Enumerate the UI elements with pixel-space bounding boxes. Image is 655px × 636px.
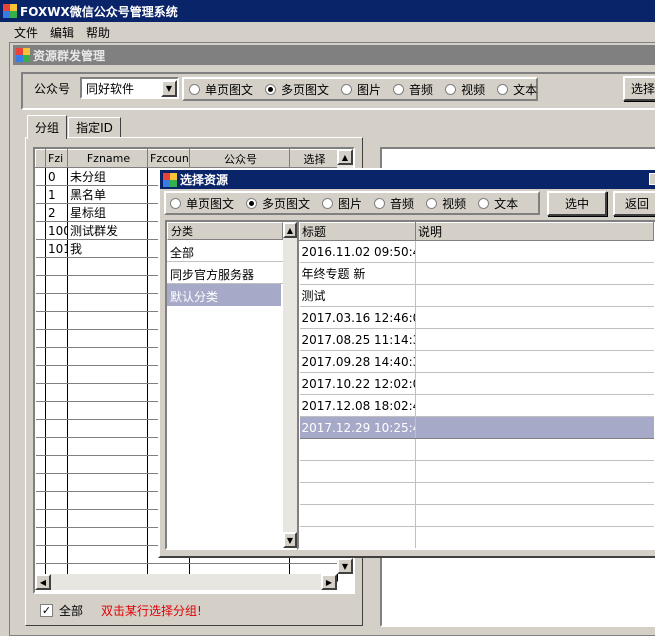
back-button[interactable]: 返回	[613, 191, 655, 216]
category-list[interactable]: 分类 全部 同步官方服务器 默认分类 ▲ ▼	[165, 220, 299, 550]
menubar: 文件 编辑 帮助	[0, 22, 655, 42]
table-row[interactable]: 2017.09.28 14:40:31	[299, 350, 654, 373]
scroll-up-icon[interactable]: ▲	[283, 222, 297, 238]
select-button[interactable]: 选择	[623, 76, 655, 101]
scroll-down-icon[interactable]: ▼	[283, 532, 297, 548]
dialog-type-group: 单页图文 多页图文 图片 音频 视频 文本	[164, 191, 540, 215]
account-select[interactable]: 同好软件 ▼	[80, 77, 179, 99]
list-item[interactable]: 全部	[167, 240, 283, 262]
tab-groups[interactable]: 分组	[27, 115, 67, 139]
app-title: FOXWX微信公众号管理系统	[20, 4, 178, 19]
dialog-icon	[163, 172, 177, 187]
tab-specified-id[interactable]: 指定ID	[68, 117, 121, 137]
table-row[interactable]: 年终专题 新	[299, 262, 654, 285]
select-all-row: ✓ 全部 双击某行选择分组!	[40, 602, 202, 619]
table-row[interactable]: 测试	[299, 284, 654, 307]
menu-file[interactable]: 文件	[14, 24, 38, 41]
ok-button[interactable]: 选中	[547, 191, 607, 216]
window-icon	[16, 48, 30, 62]
list-item[interactable]: 同步官方服务器	[167, 262, 283, 284]
radio-single-news[interactable]: 单页图文	[189, 81, 253, 98]
chevron-down-icon[interactable]: ▼	[161, 79, 177, 97]
scroll-down-icon[interactable]: ▼	[337, 558, 353, 574]
resource-grid[interactable]: 标题 说明 2016.11.02 09:50:48 年终专题 新 测试 2017…	[297, 220, 655, 550]
dlg-radio-video[interactable]: 视频	[426, 195, 466, 212]
scroll-up-icon[interactable]: ▲	[337, 149, 353, 165]
radio-text[interactable]: 文本	[497, 81, 537, 98]
radio-video[interactable]: 视频	[445, 81, 485, 98]
child-window-titlebar: 资源群发管理	[13, 45, 655, 65]
dlg-radio-multi-news[interactable]: 多页图文	[246, 195, 310, 212]
app-titlebar: FOXWX微信公众号管理系统	[0, 0, 655, 22]
radio-audio[interactable]: 音频	[393, 81, 433, 98]
table-row[interactable]: 2017.12.08 18:02:47	[299, 394, 654, 417]
dlg-radio-single-news[interactable]: 单页图文	[170, 195, 234, 212]
col-description[interactable]: 说明	[415, 222, 654, 241]
dlg-radio-audio[interactable]: 音频	[374, 195, 414, 212]
table-row-selected[interactable]: 2017.12.29 10:25:48	[299, 416, 654, 439]
dialog-title: 选择资源	[180, 173, 229, 187]
app-logo-icon	[3, 4, 17, 18]
dialog-titlebar: 选择资源	[160, 170, 655, 189]
list-item-selected[interactable]: 默认分类	[167, 284, 281, 306]
hint-text: 双击某行选择分组!	[101, 604, 202, 618]
table-row[interactable]: 2017.08.25 11:14:33	[299, 328, 654, 351]
dialog-close-button[interactable]	[649, 173, 655, 185]
account-label: 公众号	[34, 82, 71, 96]
table-row[interactable]: 2016.11.02 09:50:48	[299, 240, 654, 263]
resource-type-group: 单页图文 多页图文 图片 音频 视频 文本	[182, 77, 538, 101]
col-title[interactable]: 标题	[299, 222, 416, 241]
group-hscrollbar[interactable]: ◀ ▶	[35, 574, 337, 590]
select-all-checkbox[interactable]: ✓	[40, 604, 53, 617]
col-fzi[interactable]: Fzi	[45, 149, 68, 168]
radio-image[interactable]: 图片	[341, 81, 381, 98]
category-vscrollbar[interactable]: ▲ ▼	[283, 222, 297, 548]
radio-multi-news[interactable]: 多页图文	[265, 81, 329, 98]
resource-table: 标题 说明 2016.11.02 09:50:48 年终专题 新 测试 2017…	[299, 222, 654, 548]
dlg-radio-text[interactable]: 文本	[478, 195, 518, 212]
scroll-left-icon[interactable]: ◀	[35, 574, 51, 590]
col-fzname[interactable]: Fzname	[67, 149, 148, 168]
table-row[interactable]: 2017.10.22 12:02:03	[299, 372, 654, 395]
category-header: 分类	[167, 222, 283, 240]
dlg-radio-image[interactable]: 图片	[322, 195, 362, 212]
table-row[interactable]: 2017.03.16 12:46:01	[299, 306, 654, 329]
menu-help[interactable]: 帮助	[86, 24, 110, 41]
select-all-label: 全部	[59, 604, 84, 618]
col-fzcount[interactable]: Fzcount	[147, 149, 190, 168]
menu-edit[interactable]: 编辑	[50, 24, 74, 41]
col-select[interactable]: 选择	[289, 149, 338, 168]
col-account[interactable]: 公众号	[189, 149, 290, 168]
scroll-right-icon[interactable]: ▶	[321, 574, 337, 590]
window-title: 资源群发管理	[33, 48, 106, 63]
